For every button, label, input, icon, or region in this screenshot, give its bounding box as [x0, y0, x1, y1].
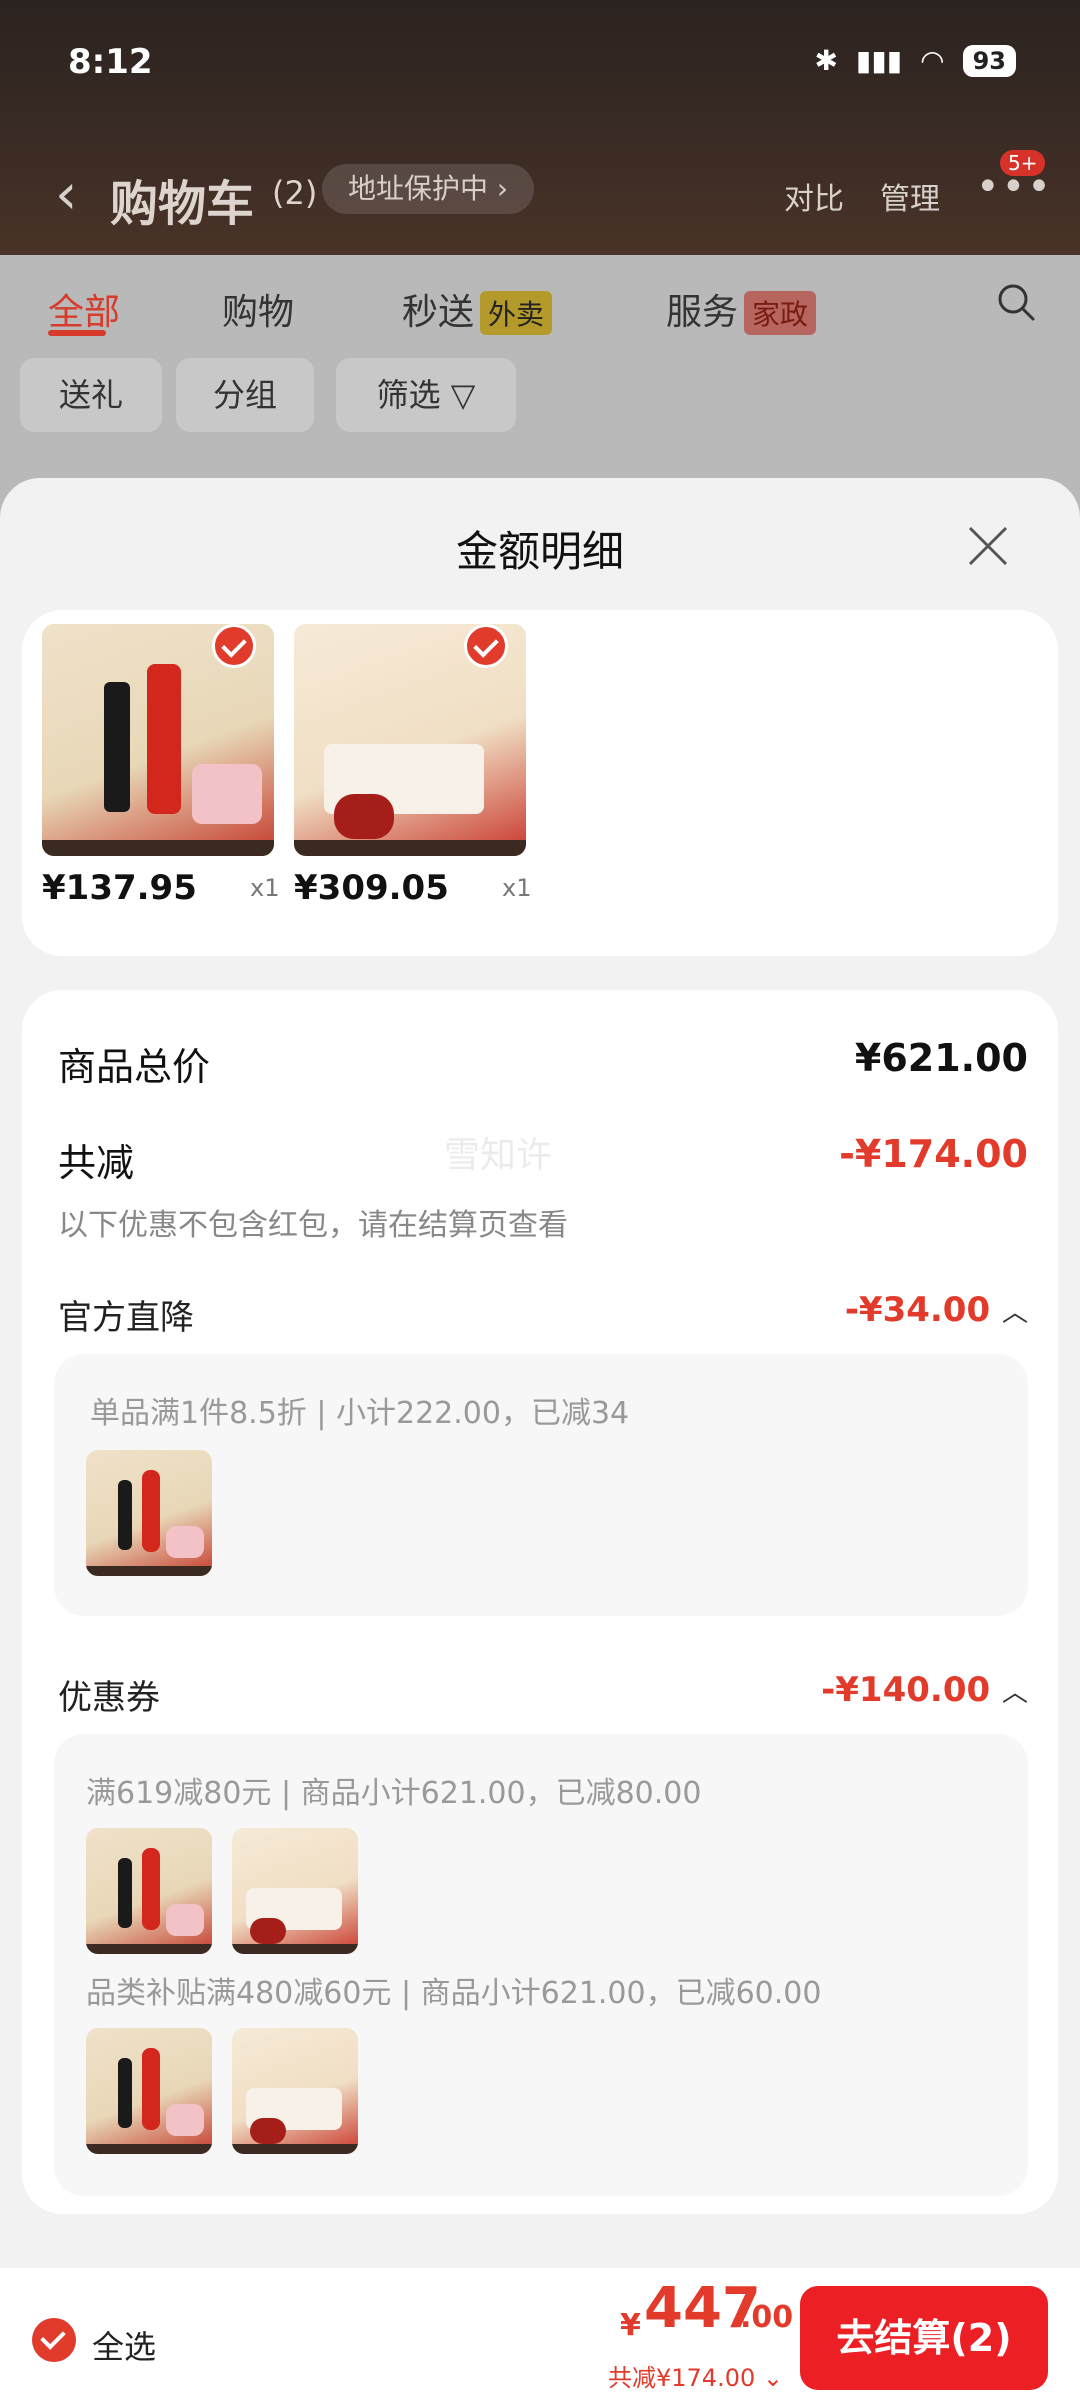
tab-all[interactable]: 全部	[48, 283, 120, 335]
coupon-detail-line: 满619减80元 | 商品小计621.00，已减80.00	[86, 1776, 702, 1811]
total-price-label: 商品总价	[58, 1045, 211, 1089]
group-filter-button[interactable]: 分组	[176, 358, 314, 432]
chevron-up-icon: ︿	[1001, 1298, 1028, 1328]
cart-title: 购物车	[110, 176, 255, 232]
product-thumbnail	[86, 1450, 212, 1576]
sheet-title: 金额明细	[455, 527, 624, 576]
status-icons: ✱ ▮▮▮ ◠ 93	[814, 44, 1016, 77]
select-all-label[interactable]: 全选	[92, 2322, 156, 2368]
housekeeping-tag: 家政	[744, 291, 817, 335]
official-discount-detail-text: 单品满1件8.5折 | 小计222.00，已减34	[90, 1396, 630, 1431]
category-tabs: 全部 购物 秒送 外卖 服务 家政	[0, 255, 1080, 355]
tab-service-label: 服务	[666, 292, 739, 333]
official-discount-detail: 单品满1件8.5折 | 小计222.00，已减34	[54, 1354, 1028, 1616]
wifi-icon: ◠	[920, 44, 945, 77]
item-quantity: x1	[502, 874, 532, 902]
signal-icon: ▮▮▮	[855, 44, 903, 77]
battery-icon: 93	[962, 44, 1016, 77]
close-icon[interactable]	[964, 522, 1012, 570]
tab-express-label: 秒送	[402, 292, 475, 333]
bluetooth-icon: ✱	[814, 44, 838, 77]
item-checkbox[interactable]	[464, 624, 508, 668]
total-price-value: ¥621.00	[854, 1036, 1028, 1080]
product-thumbnail	[232, 1828, 358, 1954]
status-time: 8:12	[68, 42, 153, 82]
coupon-toggle[interactable]: -¥140.00 ︿	[821, 1670, 1028, 1710]
filter-button[interactable]: 筛选 ▽	[336, 358, 516, 432]
checkout-bar: 全选 ¥ 447 .00 共减¥174.00 ⌄ 去结算(2)	[0, 2268, 1080, 2400]
notification-badge: 5+	[1000, 150, 1046, 176]
product-thumbnail	[232, 2028, 358, 2154]
official-discount-label: 官方直降	[58, 1298, 194, 1338]
select-all-checkbox[interactable]	[32, 2318, 76, 2362]
back-arrow-icon[interactable]: ‹	[55, 162, 77, 227]
coupon-label: 优惠券	[58, 1678, 160, 1718]
gift-filter-button[interactable]: 送礼	[20, 358, 162, 432]
items-card: ¥137.95 x1 ¥309.05 x1	[22, 610, 1058, 956]
tab-express[interactable]: 秒送 外卖	[402, 283, 553, 335]
total-currency: ¥	[620, 2308, 641, 2343]
status-bar: 8:12 ✱ ▮▮▮ ◠ 93	[0, 0, 1080, 130]
discount-value: -¥174.00	[839, 1132, 1028, 1176]
amount-detail-sheet: 金额明细 ¥137.95 x1 ¥309.05 x1 商品总价 ¥621.00 …	[0, 478, 1080, 2268]
coupon-value: -¥140.00	[821, 1670, 991, 1710]
address-protection-pill[interactable]: 地址保护中 ›	[322, 164, 535, 214]
item-price: ¥309.05	[294, 868, 449, 908]
discount-label: 共减	[58, 1141, 135, 1185]
coupon-detail-line: 品类补贴满480减60元 | 商品小计621.00，已减60.00	[86, 1976, 822, 2011]
product-thumbnail	[86, 1828, 212, 1954]
chevron-up-icon: ︿	[1001, 1678, 1028, 1708]
search-icon[interactable]	[996, 282, 1036, 322]
tab-shopping[interactable]: 购物	[222, 283, 294, 335]
cart-top-bar: ‹ 购物车 (2) 地址保护中 › 对比 管理 ••• 5+	[0, 150, 1080, 240]
compare-button[interactable]: 对比	[784, 174, 844, 218]
product-thumbnail	[86, 2028, 212, 2154]
checkout-button[interactable]: 去结算(2)	[800, 2286, 1048, 2390]
takeout-tag: 外卖	[480, 291, 553, 335]
manage-button[interactable]: 管理	[880, 174, 940, 218]
total-discount-toggle[interactable]: 共减¥174.00 ⌄	[608, 2358, 783, 2393]
active-tab-indicator	[48, 330, 106, 336]
official-discount-toggle[interactable]: -¥34.00 ︿	[845, 1290, 1028, 1330]
watermark-text: 雪知许	[444, 1135, 553, 1176]
official-discount-value: -¥34.00	[844, 1290, 991, 1330]
item-checkbox[interactable]	[212, 624, 256, 668]
total-amount-decimal: .00	[740, 2300, 794, 2335]
item-price: ¥137.95	[42, 868, 197, 908]
coupon-detail: 满619减80元 | 商品小计621.00，已减80.00 品类补贴满480减6…	[54, 1734, 1028, 2196]
tab-service[interactable]: 服务 家政	[666, 283, 817, 335]
discount-note: 以下优惠不包含红包，请在结算页查看	[58, 1208, 568, 1243]
item-quantity: x1	[250, 874, 280, 902]
cart-count: (2)	[272, 174, 318, 212]
